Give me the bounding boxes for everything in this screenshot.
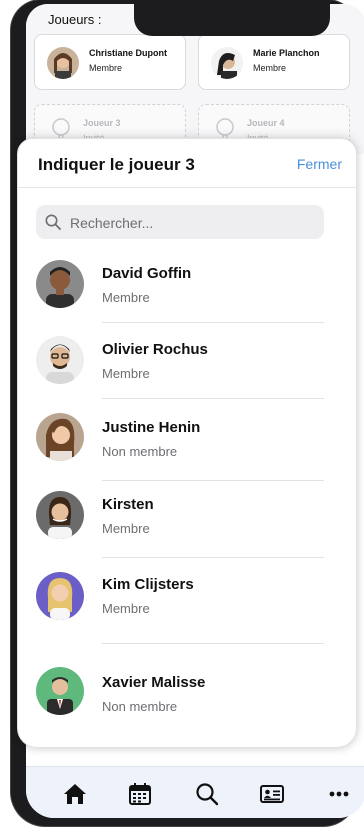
list-item[interactable]: Xavier Malisse Non membre [18, 649, 356, 727]
player-name: Joueur 4 [247, 118, 285, 128]
person-status: Non membre [102, 444, 178, 459]
list-item[interactable]: Olivier Rochus Membre [18, 327, 356, 405]
person-name: Kim Clijsters [102, 576, 194, 593]
player-role: Membre [253, 63, 287, 73]
search-icon[interactable] [194, 781, 220, 807]
avatar [36, 667, 84, 715]
sheet-header: Indiquer le joueur 3 Fermer [18, 139, 356, 188]
id-card-icon[interactable] [259, 781, 285, 807]
divider [102, 557, 324, 558]
list-item[interactable]: David Goffin Membre [18, 251, 356, 329]
player-name: Christiane Dupont [89, 48, 167, 58]
player-card-2[interactable]: Marie Planchon Membre [198, 34, 350, 90]
divider [102, 398, 324, 399]
person-status: Non membre [102, 699, 178, 714]
person-status: Membre [102, 601, 150, 616]
calendar-icon[interactable] [127, 781, 153, 807]
player-card-1[interactable]: Christiane Dupont Membre [34, 34, 186, 90]
person-name: Xavier Malisse [102, 674, 206, 691]
home-icon[interactable] [62, 781, 88, 807]
avatar [47, 47, 79, 79]
divider [102, 322, 324, 323]
search-icon [45, 214, 61, 230]
avatar [36, 260, 84, 308]
person-status: Membre [102, 366, 150, 381]
avatar [36, 413, 84, 461]
player-name: Joueur 3 [83, 118, 121, 128]
person-name: Olivier Rochus [102, 341, 208, 358]
person-name: Justine Henin [102, 419, 201, 436]
player-name: Marie Planchon [253, 48, 320, 58]
player-role: Membre [89, 63, 123, 73]
search-bar[interactable] [36, 205, 324, 239]
search-input[interactable] [68, 211, 312, 235]
list-item[interactable]: Justine Henin Non membre [18, 403, 356, 481]
more-icon[interactable] [326, 781, 352, 807]
bottom-tab-bar [26, 766, 364, 818]
person-name: Kirsten [102, 496, 154, 513]
avatar [36, 572, 84, 620]
avatar [36, 491, 84, 539]
person-status: Membre [102, 521, 150, 536]
list-item[interactable]: Kirsten Membre [18, 482, 356, 560]
divider [102, 480, 324, 481]
players-label: Joueurs : [48, 12, 102, 27]
select-player-sheet: Indiquer le joueur 3 Fermer David Goffin… [17, 138, 357, 748]
divider [102, 643, 324, 644]
list-item[interactable]: Kim Clijsters Membre [18, 560, 356, 644]
person-name: David Goffin [102, 265, 192, 282]
person-status: Membre [102, 290, 150, 305]
sheet-title: Indiquer le joueur 3 [38, 155, 195, 174]
avatar [211, 47, 243, 79]
device-notch [134, 4, 330, 36]
avatar [36, 336, 84, 384]
close-button[interactable]: Fermer [297, 156, 342, 172]
